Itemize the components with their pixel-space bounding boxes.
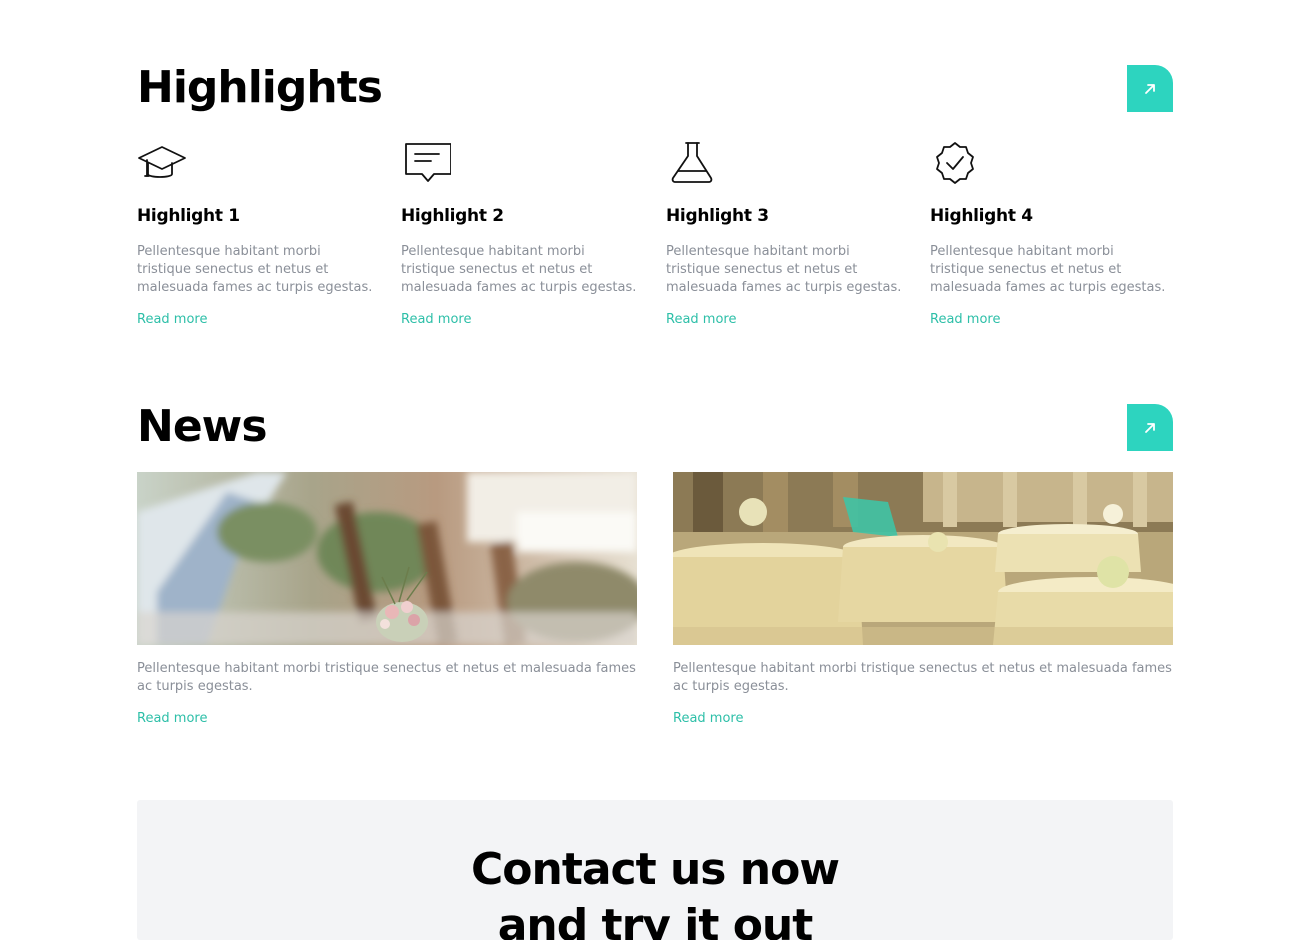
- highlights-title: Highlights: [137, 62, 383, 113]
- highlight-card-3: Highlight 3 Pellentesque habitant morbi …: [666, 140, 906, 327]
- news-card-1: Pellentesque habitant morbi tristique se…: [137, 472, 637, 726]
- read-more-link[interactable]: Read more: [930, 312, 1000, 327]
- highlight-title: Highlight 2: [401, 206, 504, 226]
- highlight-card-1: Highlight 1 Pellentesque habitant morbi …: [137, 140, 377, 327]
- highlight-card-4: Highlight 4 Pellentesque habitant morbi …: [930, 140, 1170, 327]
- news-card-2: Pellentesque habitant morbi tristique se…: [673, 472, 1173, 726]
- contact-panel: Contact us now and try it out: [137, 800, 1173, 940]
- read-more-link[interactable]: Read more: [137, 312, 207, 327]
- news-title: News: [137, 401, 268, 452]
- contact-title-line-1: Contact us now: [470, 844, 840, 895]
- read-more-link[interactable]: Read more: [401, 312, 471, 327]
- read-more-link[interactable]: Read more: [673, 711, 743, 726]
- highlight-description: Pellentesque habitant morbi tristique se…: [401, 244, 637, 295]
- badge-check-icon: [930, 140, 980, 186]
- news-arrow-button[interactable]: [1127, 404, 1173, 451]
- news-description: Pellentesque habitant morbi tristique se…: [137, 661, 636, 694]
- graduation-cap-icon: [137, 140, 187, 186]
- read-more-link[interactable]: Read more: [666, 312, 736, 327]
- highlight-title: Highlight 1: [137, 206, 240, 226]
- highlights-arrow-button[interactable]: [1127, 65, 1173, 112]
- read-more-link[interactable]: Read more: [137, 711, 207, 726]
- highlight-title: Highlight 3: [666, 206, 769, 226]
- banquet-table-flowers-photo[interactable]: [137, 472, 637, 645]
- highlight-description: Pellentesque habitant morbi tristique se…: [137, 244, 373, 295]
- highlight-description: Pellentesque habitant morbi tristique se…: [666, 244, 902, 295]
- arrow-up-right-icon: [1145, 422, 1155, 433]
- page: Highlights Highlight 1 Pellentesque habi…: [0, 0, 1310, 940]
- contact-title: Contact us now and try it out: [137, 800, 1173, 940]
- news-description: Pellentesque habitant morbi tristique se…: [673, 661, 1172, 694]
- highlight-card-2: Highlight 2 Pellentesque habitant morbi …: [401, 140, 641, 327]
- highlight-title: Highlight 4: [930, 206, 1033, 226]
- banquet-hall-tables-photo[interactable]: [673, 472, 1173, 645]
- message-icon: [401, 140, 452, 186]
- contact-title-line-2: and try it out: [497, 900, 814, 940]
- arrow-up-right-icon: [1145, 83, 1155, 94]
- flask-icon: [666, 140, 716, 186]
- highlight-description: Pellentesque habitant morbi tristique se…: [930, 244, 1166, 295]
